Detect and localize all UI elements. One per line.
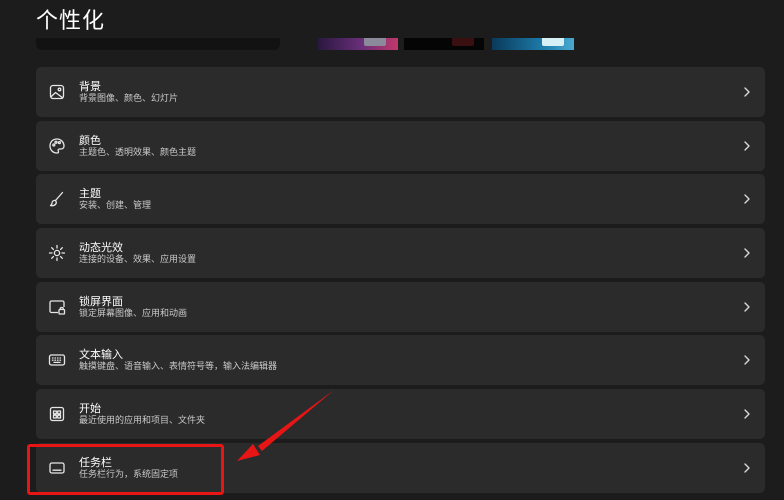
dynamic-lighting-icon (47, 243, 67, 263)
chevron-right-icon (743, 139, 751, 153)
chevron-right-icon (743, 407, 751, 421)
setting-title: 主题 (79, 187, 101, 200)
chevron-right-icon (743, 353, 751, 367)
setting-description: 安装、创建、管理 (79, 201, 152, 211)
setting-dynamic-lighting[interactable]: 动态光效 连接的设备、效果、应用设置 (36, 228, 765, 278)
page-title: 个性化 (36, 9, 106, 34)
theme-preview-strip (0, 38, 784, 52)
setting-colors[interactable]: 颜色 主题色、透明效果、颜色主题 (36, 121, 765, 171)
setting-title: 背景 (79, 80, 101, 93)
setting-description: 触摸键盘、语音输入、表情符号等，输入法编辑器 (79, 362, 278, 372)
setting-title: 任务栏 (79, 456, 112, 469)
setting-description: 主题色、透明效果、颜色主题 (79, 148, 197, 158)
chevron-right-icon (743, 461, 751, 475)
keyboard-icon (47, 350, 67, 370)
setting-description: 锁定屏幕图像、应用和动画 (79, 309, 188, 319)
lock-screen-icon (47, 297, 67, 317)
theme-thumbnail[interactable] (492, 38, 574, 50)
start-menu-icon (47, 404, 67, 424)
palette-icon (47, 136, 67, 156)
chevron-right-icon (743, 85, 751, 99)
setting-title: 开始 (79, 402, 101, 415)
theme-thumbnail[interactable] (318, 38, 398, 50)
setting-description: 连接的设备、效果、应用设置 (79, 255, 197, 265)
setting-background[interactable]: 背景 背景图像、颜色、幻灯片 (36, 67, 765, 117)
setting-description: 最近使用的应用和项目、文件夹 (79, 416, 206, 426)
setting-description: 背景图像、颜色、幻灯片 (79, 94, 179, 104)
picture-icon (47, 82, 67, 102)
chevron-right-icon (743, 192, 751, 206)
desktop-preview (36, 38, 280, 50)
setting-description: 任务栏行为，系统固定项 (79, 470, 179, 480)
brush-icon (47, 189, 67, 209)
setting-taskbar[interactable]: 任务栏 任务栏行为，系统固定项 (36, 443, 765, 493)
setting-title: 锁屏界面 (79, 295, 123, 308)
theme-thumbnail[interactable] (404, 38, 484, 50)
setting-lock-screen[interactable]: 锁屏界面 锁定屏幕图像、应用和动画 (36, 282, 765, 332)
setting-title: 颜色 (79, 134, 101, 147)
chevron-right-icon (743, 246, 751, 260)
setting-start[interactable]: 开始 最近使用的应用和项目、文件夹 (36, 389, 765, 439)
setting-title: 文本输入 (79, 348, 123, 361)
setting-themes[interactable]: 主题 安装、创建、管理 (36, 174, 765, 224)
chevron-right-icon (743, 300, 751, 314)
setting-title: 动态光效 (79, 241, 123, 254)
taskbar-icon (47, 458, 67, 478)
setting-text-input[interactable]: 文本输入 触摸键盘、语音输入、表情符号等，输入法编辑器 (36, 335, 765, 385)
